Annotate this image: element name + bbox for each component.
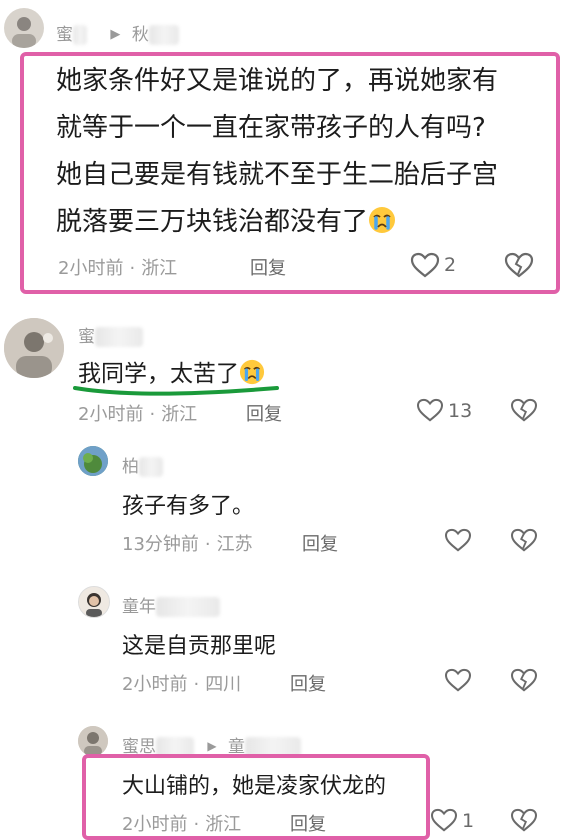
- crying-face-emoji-icon: [368, 206, 396, 234]
- comment-meta: 2小时前 · 浙江: [58, 258, 178, 279]
- heart-outline-icon: [430, 808, 458, 832]
- reply-button[interactable]: 回复: [302, 530, 338, 556]
- broken-heart-icon: [510, 668, 538, 692]
- like-count: 1: [462, 810, 475, 832]
- reply-meta: 2小时前 · 四川: [122, 674, 242, 695]
- avatar[interactable]: [4, 8, 44, 48]
- reply-username[interactable]: 童年: [122, 592, 220, 617]
- broken-heart-icon: [504, 252, 534, 278]
- avatar[interactable]: [78, 586, 110, 618]
- reply-arrow-icon: ▶: [207, 739, 217, 753]
- broken-heart-icon: [510, 808, 538, 832]
- reply-button[interactable]: 回复: [290, 670, 326, 696]
- comment-meta: 2小时前 · 浙江: [78, 404, 198, 425]
- comment-username[interactable]: 蜜: [78, 322, 143, 347]
- like-count: 13: [448, 400, 473, 422]
- reply-meta: 2小时前 · 浙江: [122, 814, 242, 835]
- broken-heart-icon: [510, 528, 538, 552]
- heart-outline-icon: [416, 398, 444, 422]
- reply-button[interactable]: 回复: [250, 254, 286, 280]
- heart-outline-icon: [444, 668, 472, 692]
- reply-button[interactable]: 回复: [246, 400, 282, 426]
- heart-outline-icon: [410, 252, 440, 278]
- like-button[interactable]: [410, 252, 440, 278]
- like-count: 2: [444, 254, 457, 276]
- avatar[interactable]: [4, 318, 64, 378]
- avatar[interactable]: [78, 446, 108, 476]
- reply-text: 这是自贡那里呢: [122, 634, 277, 659]
- comment-text: 她家条件好又是谁说的了，再说她家有 就等于一个一直在家带孩子的人有吗? 她自己要…: [56, 66, 499, 237]
- handwritten-underline: [72, 382, 282, 398]
- reply-username[interactable]: 柏: [122, 452, 163, 477]
- dislike-button[interactable]: [510, 808, 538, 832]
- heart-outline-icon: [444, 528, 472, 552]
- broken-heart-icon: [510, 398, 538, 422]
- dislike-button[interactable]: [504, 252, 534, 278]
- reply-button[interactable]: 回复: [290, 810, 326, 836]
- dislike-button[interactable]: [510, 528, 538, 552]
- like-button[interactable]: [416, 398, 444, 422]
- like-button[interactable]: [430, 808, 458, 832]
- reply-arrow-icon: ▶: [110, 27, 121, 42]
- like-button[interactable]: [444, 668, 472, 692]
- like-button[interactable]: [444, 528, 472, 552]
- reply-meta: 13分钟前 · 江苏: [122, 534, 253, 555]
- reply-text: 孩子有多了。: [122, 494, 255, 519]
- avatar[interactable]: [78, 726, 108, 756]
- comment-username[interactable]: 蜜 ▶ 秋: [56, 20, 179, 45]
- reply-text: 大山铺的，她是凌家伏龙的: [122, 774, 387, 799]
- dislike-button[interactable]: [510, 668, 538, 692]
- dislike-button[interactable]: [510, 398, 538, 422]
